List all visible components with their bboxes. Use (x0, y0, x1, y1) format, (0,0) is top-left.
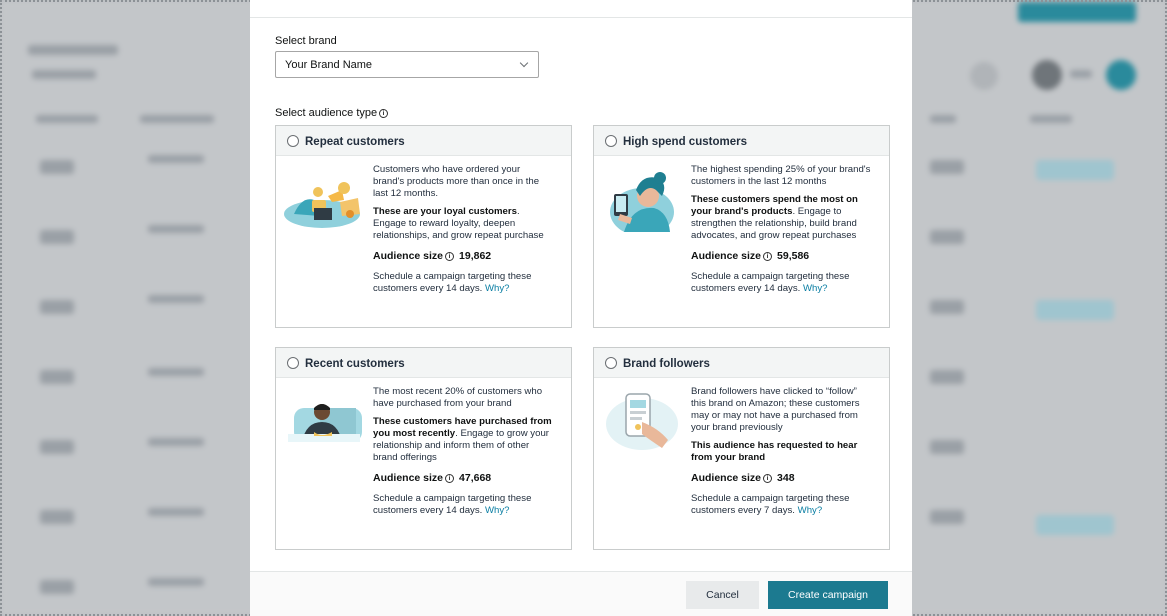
create-campaign-button[interactable]: Create campaign (768, 581, 888, 609)
audience-size: Audience size i 348 (691, 472, 871, 484)
card-body: Customers who have ordered your brand's … (373, 164, 553, 301)
background-primary-button (1018, 2, 1136, 22)
info-icon[interactable]: i (445, 252, 455, 261)
schedule-text: Schedule a campaign targeting these cust… (691, 493, 871, 517)
high-spend-customers-illustration (610, 172, 674, 232)
select-audience-label-text: Select audience type (275, 107, 378, 119)
audience-size: Audience size i 19,862 (373, 250, 553, 262)
create-campaign-modal: Select brand Your Brand Name Select audi… (250, 0, 912, 616)
card-emphasis: These customers spend the most on your b… (691, 194, 871, 242)
why-link[interactable]: Why? (485, 505, 510, 516)
card-title: High spend customers (623, 136, 747, 148)
schedule-text: Schedule a campaign targeting these cust… (373, 271, 553, 295)
audience-size-label: Audience size (691, 472, 762, 484)
info-icon[interactable]: i (379, 109, 389, 118)
cancel-button[interactable]: Cancel (686, 581, 759, 609)
brand-followers-illustration (606, 393, 678, 450)
audience-size-label: Audience size (373, 250, 444, 262)
card-header: Recent customers (276, 348, 571, 378)
audience-size: Audience size i 59,586 (691, 250, 871, 262)
card-description: The most recent 20% of customers who hav… (373, 386, 543, 409)
schedule-text: Schedule a campaign targeting these cust… (691, 271, 871, 295)
schedule-text: Schedule a campaign targeting these cust… (373, 493, 553, 517)
schedule-text-body: Schedule a campaign targeting these cust… (691, 493, 850, 516)
card-title: Repeat customers (305, 136, 405, 148)
audience-size-value: 19,862 (459, 250, 492, 262)
radio-recent-customers[interactable] (287, 357, 299, 369)
audience-size-label: Audience size (373, 472, 444, 484)
radio-repeat-customers[interactable] (287, 135, 299, 147)
card-description: Customers who have ordered your brand's … (373, 164, 540, 199)
audience-card-recent-customers[interactable]: Recent customers The most recent 20% of … (275, 347, 572, 550)
why-link[interactable]: Why? (803, 283, 828, 294)
audience-size-label: Audience size (691, 250, 762, 262)
card-body: Brand followers have clicked to “follow”… (691, 386, 871, 523)
audience-card-repeat-customers[interactable]: Repeat customers Customers who have orde… (275, 125, 572, 328)
audience-size-value: 348 (777, 472, 795, 484)
radio-brand-followers[interactable] (605, 357, 617, 369)
chevron-down-icon (519, 58, 529, 68)
card-title: Recent customers (305, 358, 405, 370)
info-icon[interactable]: i (763, 252, 773, 261)
card-header: Brand followers (594, 348, 889, 378)
card-emphasis: These are your loyal customers. Engage t… (373, 206, 553, 242)
card-header: Repeat customers (276, 126, 571, 156)
audience-size: Audience size i 47,668 (373, 472, 553, 484)
info-icon[interactable]: i (763, 474, 773, 483)
card-body: The most recent 20% of customers who hav… (373, 386, 553, 523)
card-emphasis-bold: These are your loyal customers (373, 206, 517, 217)
card-emphasis: These customers have purchased from you … (373, 416, 553, 464)
recent-customers-illustration (288, 404, 362, 442)
card-emphasis: This audience has requested to hear from… (691, 440, 871, 464)
audience-size-value: 47,668 (459, 472, 492, 484)
audience-card-brand-followers[interactable]: Brand followers Brand followers have cli… (593, 347, 890, 550)
info-icon[interactable]: i (445, 474, 455, 483)
brand-select[interactable]: Your Brand Name (275, 51, 539, 78)
brand-select-value: Your Brand Name (285, 59, 373, 71)
card-description: Brand followers have clicked to “follow”… (691, 386, 860, 433)
why-link[interactable]: Why? (485, 283, 510, 294)
card-body: The highest spending 25% of your brand's… (691, 164, 871, 301)
repeat-customers-illustration (284, 182, 360, 228)
select-brand-label: Select brand (275, 35, 337, 47)
radio-high-spend-customers[interactable] (605, 135, 617, 147)
card-description: The highest spending 25% of your brand's… (691, 164, 871, 187)
card-emphasis-bold: This audience has requested to hear from… (691, 440, 858, 463)
audience-size-value: 59,586 (777, 250, 810, 262)
select-audience-label: Select audience type i (275, 107, 389, 119)
modal-header-divider (250, 17, 912, 18)
card-title: Brand followers (623, 358, 710, 370)
card-header: High spend customers (594, 126, 889, 156)
audience-card-high-spend-customers[interactable]: High spend customers The highest spendin… (593, 125, 890, 328)
why-link[interactable]: Why? (798, 505, 823, 516)
